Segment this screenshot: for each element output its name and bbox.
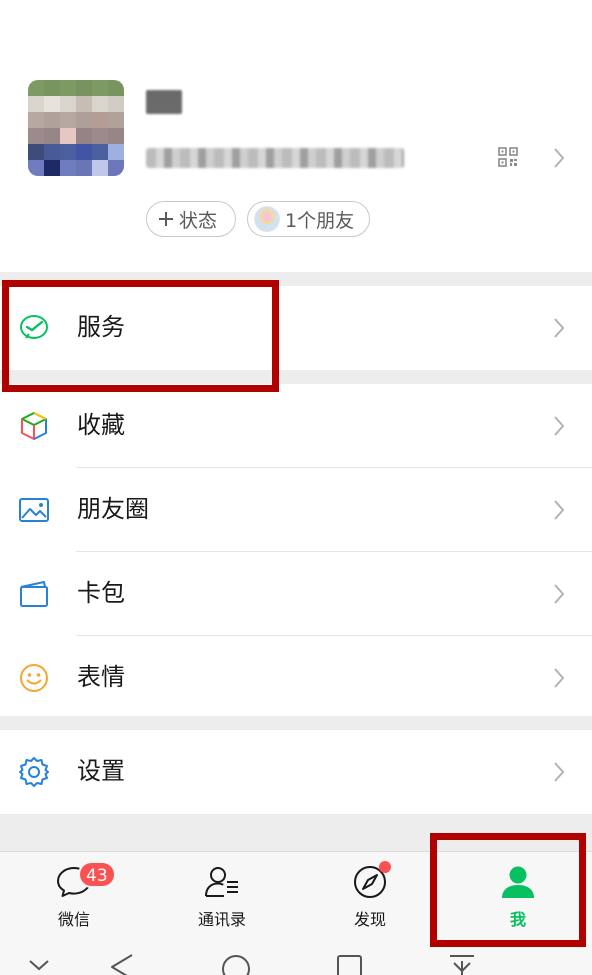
- menu-label-services: 服务: [77, 313, 125, 341]
- menu-item-favorites[interactable]: 收藏: [0, 384, 592, 468]
- tab-me[interactable]: 我: [444, 852, 592, 942]
- menu-label-moments: 朋友圈: [77, 495, 149, 523]
- chevron-right-icon: [554, 416, 565, 436]
- tab-discover[interactable]: 发现: [296, 852, 444, 942]
- contacts-icon: [205, 867, 238, 897]
- chevron-right-icon: [554, 318, 565, 338]
- wechat-id-blurred: [146, 148, 404, 168]
- favorites-cube-icon: [21, 412, 47, 440]
- services-section: 服务: [0, 286, 592, 370]
- menu-item-cards[interactable]: 卡包: [0, 552, 592, 636]
- chevron-right-icon: [554, 500, 565, 520]
- person-icon: [502, 866, 534, 898]
- avatar[interactable]: [28, 80, 124, 176]
- cards-wallet-icon: [20, 581, 48, 607]
- menu-label-favorites: 收藏: [77, 411, 125, 439]
- nickname-blurred: [146, 90, 182, 114]
- chevron-right-icon: [554, 584, 565, 604]
- menu-item-moments[interactable]: 朋友圈: [0, 468, 592, 552]
- bottom-tab-bar: 43 微信 通讯录 发现 我: [0, 851, 592, 941]
- profile-header[interactable]: 状态 1个朋友: [0, 0, 592, 272]
- services-icon: [20, 315, 48, 339]
- menu-item-settings[interactable]: 设置: [0, 730, 592, 814]
- chevron-right-icon: [554, 148, 565, 168]
- settings-gear-icon: [19, 757, 49, 787]
- tab-contacts[interactable]: 通讯录: [148, 852, 296, 942]
- notification-dot: [379, 861, 391, 873]
- tab-label-contacts: 通讯录: [197, 910, 246, 929]
- qr-code-icon[interactable]: [498, 147, 518, 167]
- menu-label-settings: 设置: [77, 757, 125, 785]
- friends-label: 1个朋友: [285, 209, 355, 232]
- menu-item-services[interactable]: 服务: [0, 286, 592, 370]
- home-circle-icon[interactable]: [220, 953, 252, 975]
- friends-status-button[interactable]: 1个朋友: [247, 201, 370, 237]
- chevron-right-icon: [554, 668, 565, 688]
- menu-label-cards: 卡包: [77, 579, 125, 607]
- menu-section: 收藏 朋友圈 卡包 表情: [0, 384, 592, 716]
- recents-square-icon[interactable]: [336, 953, 364, 975]
- system-navigation-bar: [0, 941, 592, 975]
- tab-label-chats: 微信: [57, 910, 90, 929]
- tab-label-me: 我: [509, 910, 526, 929]
- friend-avatar-icon: [254, 206, 280, 232]
- chevron-down-icon[interactable]: [28, 953, 50, 975]
- tab-label-discover: 发现: [353, 910, 386, 929]
- settings-section: 设置: [0, 730, 592, 814]
- stickers-smiley-icon: [20, 664, 48, 692]
- unread-count-badge: 43: [78, 861, 116, 888]
- notification-pull-down-icon[interactable]: [448, 953, 476, 975]
- tab-chats[interactable]: 43 微信: [0, 852, 148, 942]
- menu-label-stickers: 表情: [77, 663, 125, 691]
- status-label: 状态: [179, 209, 218, 232]
- chevron-right-icon: [554, 762, 565, 782]
- back-triangle-icon[interactable]: [108, 953, 136, 975]
- add-status-button[interactable]: 状态: [146, 201, 236, 237]
- plus-icon: [159, 212, 173, 226]
- moments-image-icon: [19, 498, 49, 522]
- menu-item-stickers[interactable]: 表情: [0, 636, 592, 720]
